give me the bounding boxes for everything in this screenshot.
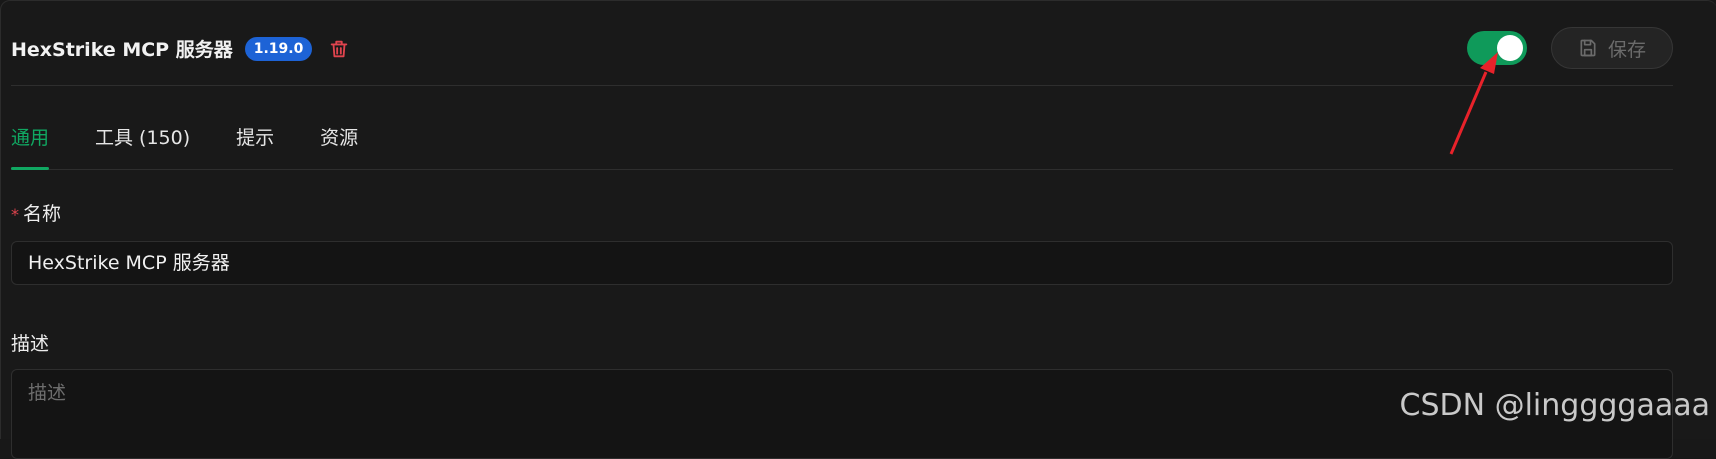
tab-prompts[interactable]: 提示	[236, 109, 274, 169]
save-button-label: 保存	[1607, 38, 1646, 61]
version-badge: 1.19.0	[244, 36, 313, 61]
tab-bar: 通用 工具 (150) 提示 资源	[11, 109, 1673, 170]
description-field-label: 描述	[11, 333, 50, 355]
required-mark: *	[11, 205, 19, 224]
csdn-watermark: CSDN @linggggaaaa	[1399, 388, 1710, 423]
save-icon	[1580, 39, 1596, 57]
tab-tools[interactable]: 工具 (150)	[95, 109, 190, 169]
header-bar: HexStrike MCP 服务器 1.19.0 保存	[11, 25, 1673, 86]
name-label-text: 名称	[23, 203, 62, 225]
server-detail-panel: HexStrike MCP 服务器 1.19.0 保存 通用 工具 (150) …	[0, 0, 1716, 459]
enable-toggle[interactable]	[1467, 31, 1527, 65]
trash-icon[interactable]	[328, 38, 350, 60]
save-button[interactable]: 保存	[1551, 27, 1673, 69]
name-field-label: * 名称	[11, 199, 61, 226]
name-input[interactable]: HexStrike MCP 服务器	[11, 241, 1673, 285]
title-group: HexStrike MCP 服务器 1.19.0	[11, 35, 350, 62]
tab-general[interactable]: 通用	[11, 109, 50, 170]
server-title: HexStrike MCP 服务器	[11, 39, 233, 61]
header-actions: 保存	[1467, 27, 1673, 69]
tab-resources[interactable]: 资源	[320, 109, 358, 169]
toggle-knob	[1497, 35, 1523, 61]
